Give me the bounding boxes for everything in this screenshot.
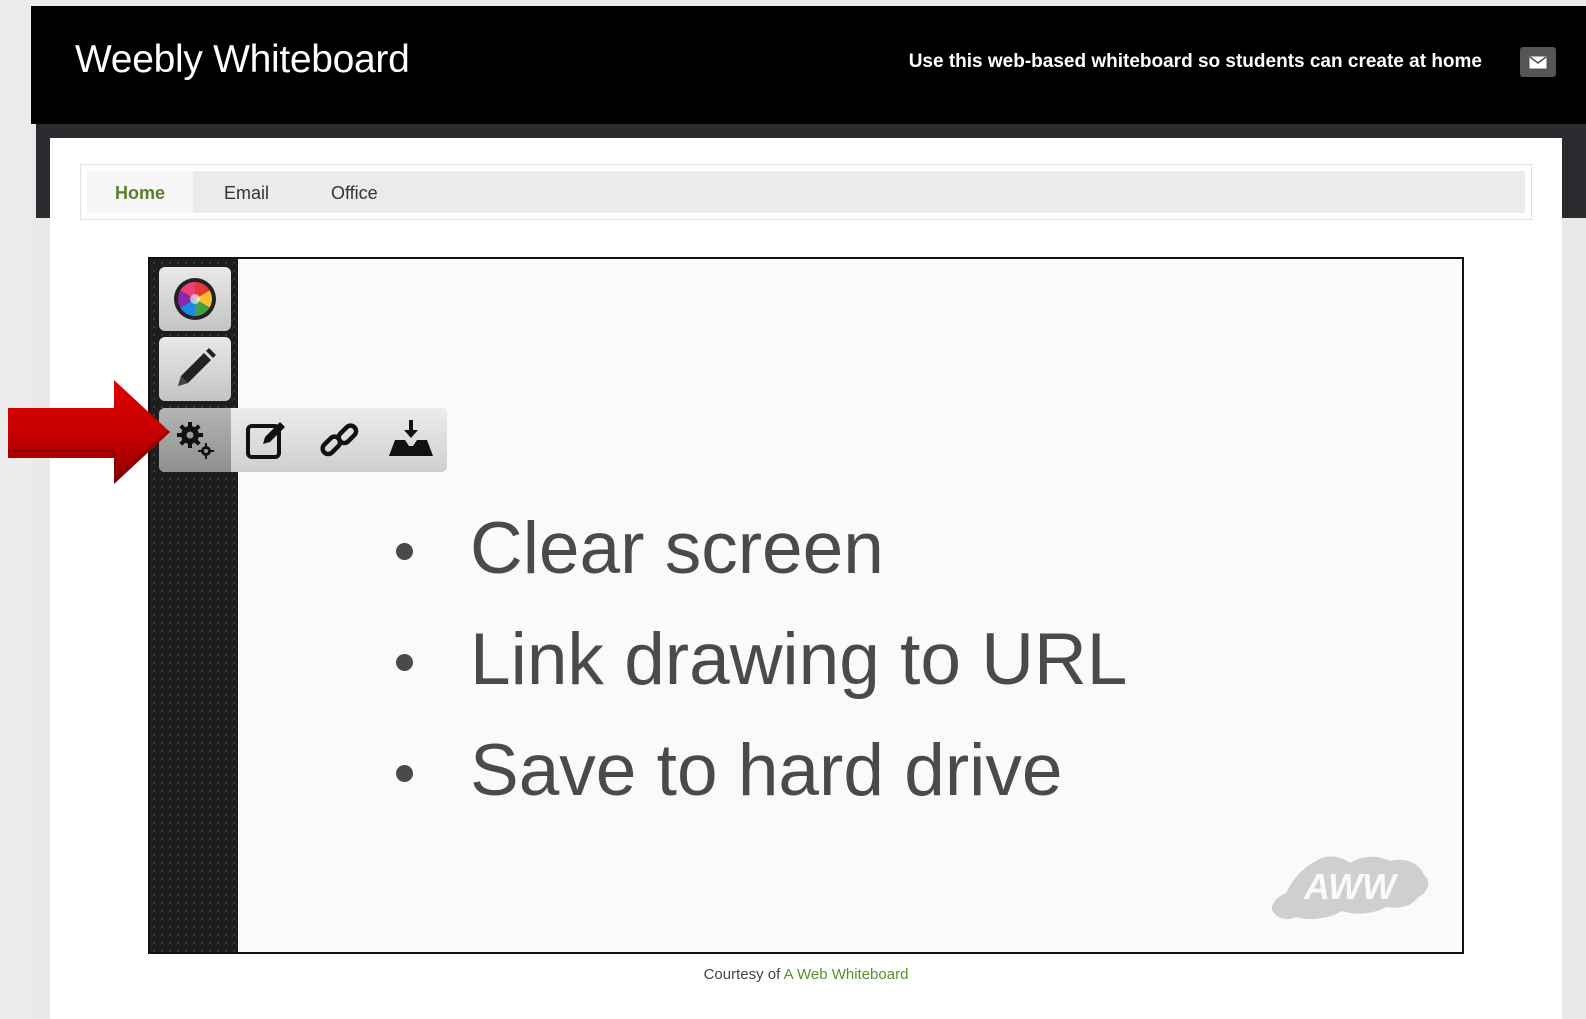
page-content: Home Email Office Clear screen Link draw… (50, 138, 1562, 1019)
envelope-icon[interactable] (1520, 47, 1556, 77)
site-tagline: Use this web-based whiteboard so student… (908, 51, 1482, 72)
edit-icon[interactable] (231, 408, 303, 472)
save-tray-icon[interactable] (375, 408, 447, 472)
list-item: Clear screen (388, 493, 1127, 604)
page-footer: Courtesy of A Web Whiteboard (50, 966, 1562, 983)
feature-list: Clear screen Link drawing to URL Save to… (388, 493, 1127, 826)
whiteboard-canvas[interactable]: Clear screen Link drawing to URL Save to… (148, 257, 1464, 954)
footer-prefix: Courtesy of (703, 966, 781, 983)
aww-logo: AWW (1268, 849, 1432, 934)
bullet-text: Clear screen (470, 508, 884, 589)
list-item: Save to hard drive (388, 715, 1127, 826)
site-title[interactable]: Weebly Whiteboard (75, 38, 410, 82)
nav-item-email[interactable]: Email (196, 171, 297, 213)
nav-item-office[interactable]: Office (303, 171, 406, 213)
aww-logo-text: AWW (1303, 866, 1399, 907)
left-margin (0, 0, 31, 1019)
main-nav: Home Email Office (80, 164, 1532, 220)
bullet-text: Link drawing to URL (470, 619, 1128, 700)
tool-submenu (159, 408, 447, 472)
color-wheel-icon[interactable] (159, 267, 231, 331)
link-icon[interactable] (303, 408, 375, 472)
nav-item-home[interactable]: Home (87, 171, 194, 213)
site-header: Weebly Whiteboard Use this web-based whi… (31, 6, 1586, 124)
bullet-text: Save to hard drive (470, 730, 1063, 811)
list-item: Link drawing to URL (388, 604, 1127, 715)
footer-link[interactable]: A Web Whiteboard (784, 966, 909, 983)
red-arrow-icon (8, 380, 178, 491)
